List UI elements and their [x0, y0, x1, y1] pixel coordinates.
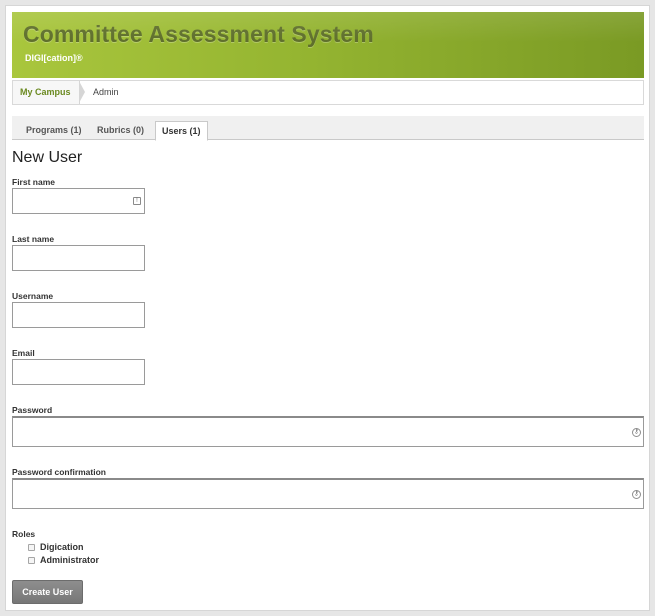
last-name-label: Last name: [12, 234, 55, 244]
first-name-field[interactable]: !: [12, 188, 145, 214]
tab-bar: Programs (1) Rubrics (0) Users (1): [12, 116, 644, 141]
last-name-field[interactable]: [12, 245, 145, 271]
breadcrumb: My Campus Admin: [12, 80, 644, 105]
key-icon[interactable]: ⚷: [632, 428, 641, 437]
password-field[interactable]: ⚷: [12, 416, 644, 447]
email-field[interactable]: [12, 359, 145, 385]
tab-rubrics[interactable]: Rubrics (0): [91, 122, 150, 140]
role-digication-checkbox[interactable]: [28, 544, 35, 551]
page-title: New User: [12, 149, 83, 166]
username-field[interactable]: [12, 302, 145, 328]
tab-programs[interactable]: Programs (1): [20, 122, 88, 140]
roles-label: Roles: [12, 529, 36, 539]
page: Committee Assessment System DIGI[cation]…: [5, 5, 650, 611]
autofill-contact-icon[interactable]: !: [133, 197, 141, 205]
role-administrator-checkbox[interactable]: [28, 557, 35, 564]
header-banner: Committee Assessment System DIGI[cation]…: [12, 12, 644, 78]
key-icon[interactable]: ⚷: [632, 490, 641, 499]
create-user-button[interactable]: Create User: [12, 580, 83, 604]
breadcrumb-current: Admin: [93, 87, 119, 97]
tab-users[interactable]: Users (1): [155, 121, 208, 141]
username-label: Username: [12, 291, 54, 301]
email-label: Email: [12, 348, 35, 358]
first-name-label: First name: [12, 177, 55, 187]
password-confirmation-field[interactable]: ⚷: [12, 478, 644, 509]
role-digication-label[interactable]: Digication: [40, 542, 84, 552]
password-label: Password: [12, 405, 53, 415]
breadcrumb-home-link[interactable]: My Campus: [13, 81, 84, 104]
role-administrator-label[interactable]: Administrator: [40, 555, 99, 565]
brand-logo: DIGI[cation]®: [25, 53, 83, 63]
app-title: Committee Assessment System: [23, 21, 374, 47]
password-confirmation-label: Password confirmation: [12, 467, 106, 477]
